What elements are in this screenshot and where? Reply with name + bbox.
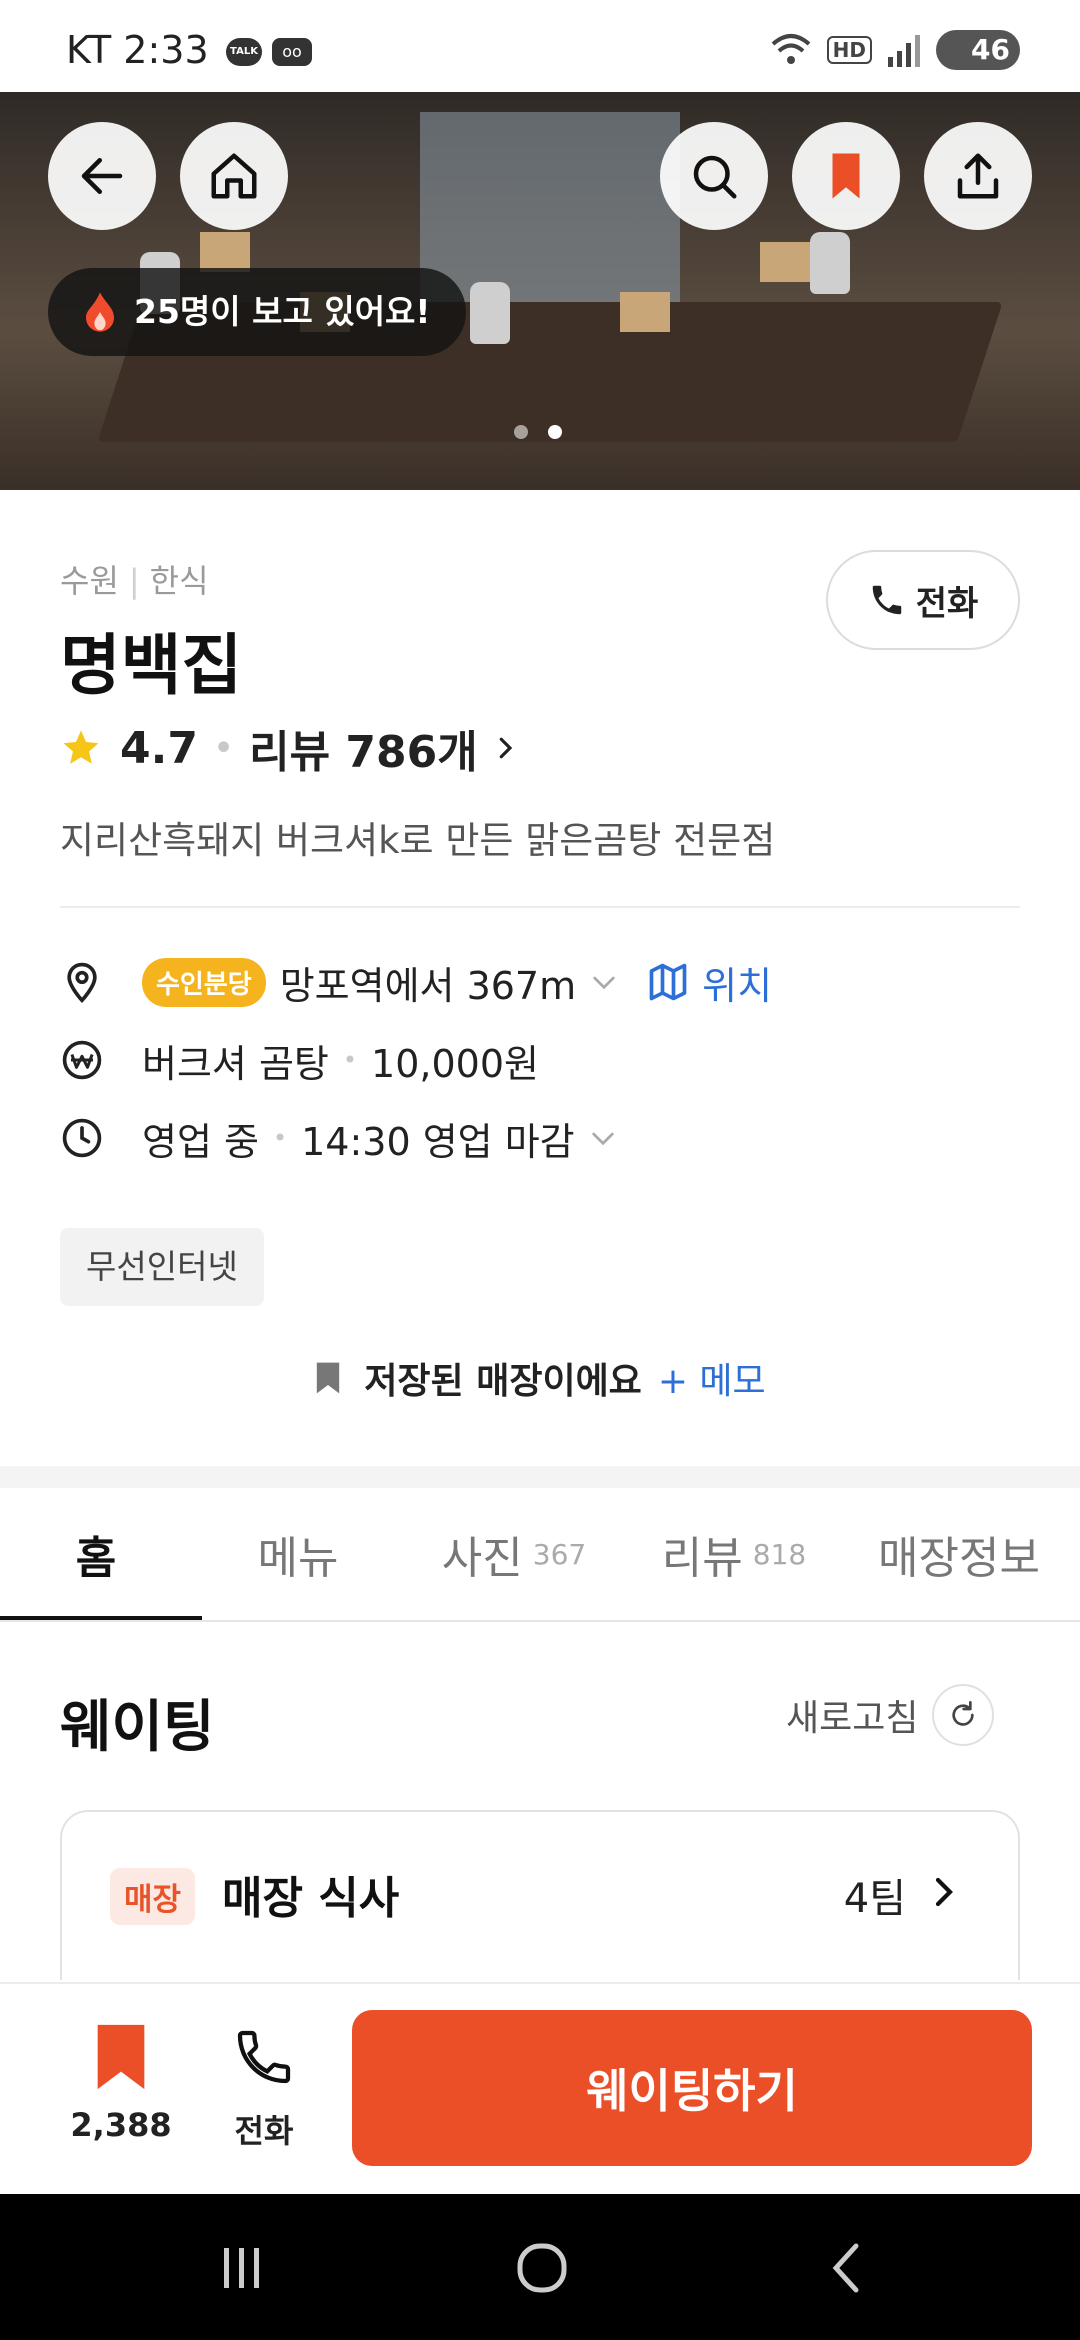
bookmark-icon xyxy=(317,1362,340,1394)
wifi-icon xyxy=(771,34,810,64)
home-nav-icon[interactable] xyxy=(512,2238,572,2298)
distance-text: 망포역에서 367m xyxy=(279,963,577,1008)
hours-row[interactable]: 영업 중 • 14:30 영업 마감 xyxy=(60,1108,619,1168)
chevron-down-icon[interactable] xyxy=(588,966,620,998)
bottom-bookmark-button[interactable]: 2,388 xyxy=(66,2022,176,2144)
tab-menu[interactable]: 메뉴 xyxy=(202,1488,404,1620)
refresh-icon-button[interactable] xyxy=(932,1684,995,1746)
recent-apps-icon[interactable] xyxy=(212,2238,272,2298)
price-row: 버크셔 곰탕 • 10,000원 xyxy=(60,1030,539,1090)
clock-icon xyxy=(62,1118,102,1158)
hd-icon: HD xyxy=(826,36,872,64)
saved-store-row: 저장된 매장이에요 + 메모 xyxy=(0,1348,1080,1408)
carousel-dot-active[interactable] xyxy=(548,425,562,439)
bottom-call-button[interactable]: 전화 xyxy=(216,2022,312,2152)
store-breadcrumb: 수원 | 한식 xyxy=(60,562,209,600)
signature-menu-price: 10,000원 xyxy=(371,1041,539,1086)
voicemail-icon: oo xyxy=(272,38,312,66)
waiting-title: 웨이팅 xyxy=(60,1695,215,1760)
battery-indicator: 46 xyxy=(936,30,1020,70)
store-category: 한식 xyxy=(149,562,209,600)
review-link[interactable]: 리뷰 786개 xyxy=(249,716,478,780)
open-status: 영업 중 xyxy=(142,1119,259,1164)
rating-row[interactable]: 4.7 • 리뷰 786개 xyxy=(60,718,520,778)
refresh-label: 새로고침 xyxy=(786,1698,919,1739)
won-price-icon xyxy=(62,1040,102,1080)
tab-home[interactable]: 홈 xyxy=(0,1488,202,1620)
close-time: 14:30 영업 마감 xyxy=(301,1119,575,1164)
dine-in-tag: 매장 xyxy=(110,1868,196,1925)
chevron-right-icon xyxy=(935,1877,953,1907)
status-bar: KT 2:33 TALK oo HD 46 xyxy=(0,0,1080,92)
share-icon xyxy=(957,153,999,199)
refresh-button[interactable]: 새로고침 xyxy=(786,1684,995,1746)
phone-icon xyxy=(237,2030,291,2084)
bottom-call-label: 전화 xyxy=(234,2112,294,2150)
bookmark-count: 2,388 xyxy=(70,2106,172,2144)
bookmark-filled-icon xyxy=(97,2024,145,2090)
waiting-option-card[interactable]: 매장 매장 식사 4팀 xyxy=(60,1810,1020,1980)
facility-tag: 무선인터넷 xyxy=(60,1228,264,1306)
map-icon xyxy=(649,963,687,1001)
search-button[interactable] xyxy=(660,122,768,230)
flame-icon xyxy=(86,292,114,332)
home-button[interactable] xyxy=(180,122,288,230)
back-button[interactable] xyxy=(48,122,156,230)
phone-icon xyxy=(872,585,901,615)
saved-store-text: 저장된 매장이에요 xyxy=(364,1361,642,1402)
bookmark-button[interactable] xyxy=(792,122,900,230)
subway-line-tag: 수인분당 xyxy=(142,957,266,1007)
location-row[interactable]: 수인분당 망포역에서 367m 위치 xyxy=(60,952,772,1012)
waiting-team-count: 4팀 xyxy=(843,1876,906,1922)
chevron-down-icon[interactable] xyxy=(587,1122,619,1154)
waiting-option-name: 매장 식사 xyxy=(222,1873,400,1924)
kakaotalk-icon: TALK xyxy=(226,38,262,66)
search-icon xyxy=(693,155,737,199)
location-pin-icon xyxy=(67,962,97,1004)
back-arrow-icon xyxy=(81,158,123,194)
store-name: 명백집 xyxy=(60,627,243,704)
home-icon xyxy=(211,153,257,199)
star-icon xyxy=(63,730,99,764)
tab-store-info[interactable]: 매장정보 xyxy=(844,1488,1080,1620)
status-carrier-time: KT 2:33 xyxy=(66,28,209,72)
back-nav-icon[interactable] xyxy=(818,2238,878,2298)
add-memo-link[interactable]: + 메모 xyxy=(658,1352,766,1404)
store-region: 수원 xyxy=(60,562,119,600)
store-description: 지리산흑돼지 버크셔k로 만든 맑은곰탕 전문점 xyxy=(60,819,776,862)
system-nav-bar xyxy=(0,2194,1080,2340)
signal-icon xyxy=(888,35,920,67)
tab-photos[interactable]: 사진 367 xyxy=(404,1488,624,1620)
divider xyxy=(60,906,1020,908)
refresh-icon xyxy=(952,1701,975,1726)
rating-value: 4.7 xyxy=(120,722,198,774)
waiting-cta-button[interactable]: 웨이팅하기 xyxy=(352,2010,1032,2166)
section-gap xyxy=(0,1466,1080,1488)
carousel-dot[interactable] xyxy=(514,425,528,439)
status-right-icons: HD 46 xyxy=(769,30,1020,70)
viewers-badge-text: 25명이 보고 있어요! xyxy=(134,292,431,331)
signature-menu-name: 버크셔 곰탕 xyxy=(142,1041,329,1086)
call-button-label: 전화 xyxy=(915,583,979,624)
tab-reviews[interactable]: 리뷰 818 xyxy=(624,1488,844,1620)
call-button[interactable]: 전화 xyxy=(826,550,1020,650)
bookmark-filled-icon xyxy=(832,153,860,199)
map-location-link[interactable]: 위치 xyxy=(646,955,772,1010)
map-link-label: 위치 xyxy=(702,963,773,1008)
active-tab-indicator xyxy=(0,1616,202,1620)
store-tabs: 홈 메뉴 사진 367 리뷰 818 매장정보 xyxy=(0,1488,1080,1622)
chevron-right-icon xyxy=(499,737,512,759)
viewers-badge: 25명이 보고 있어요! xyxy=(48,268,467,356)
share-button[interactable] xyxy=(924,122,1032,230)
